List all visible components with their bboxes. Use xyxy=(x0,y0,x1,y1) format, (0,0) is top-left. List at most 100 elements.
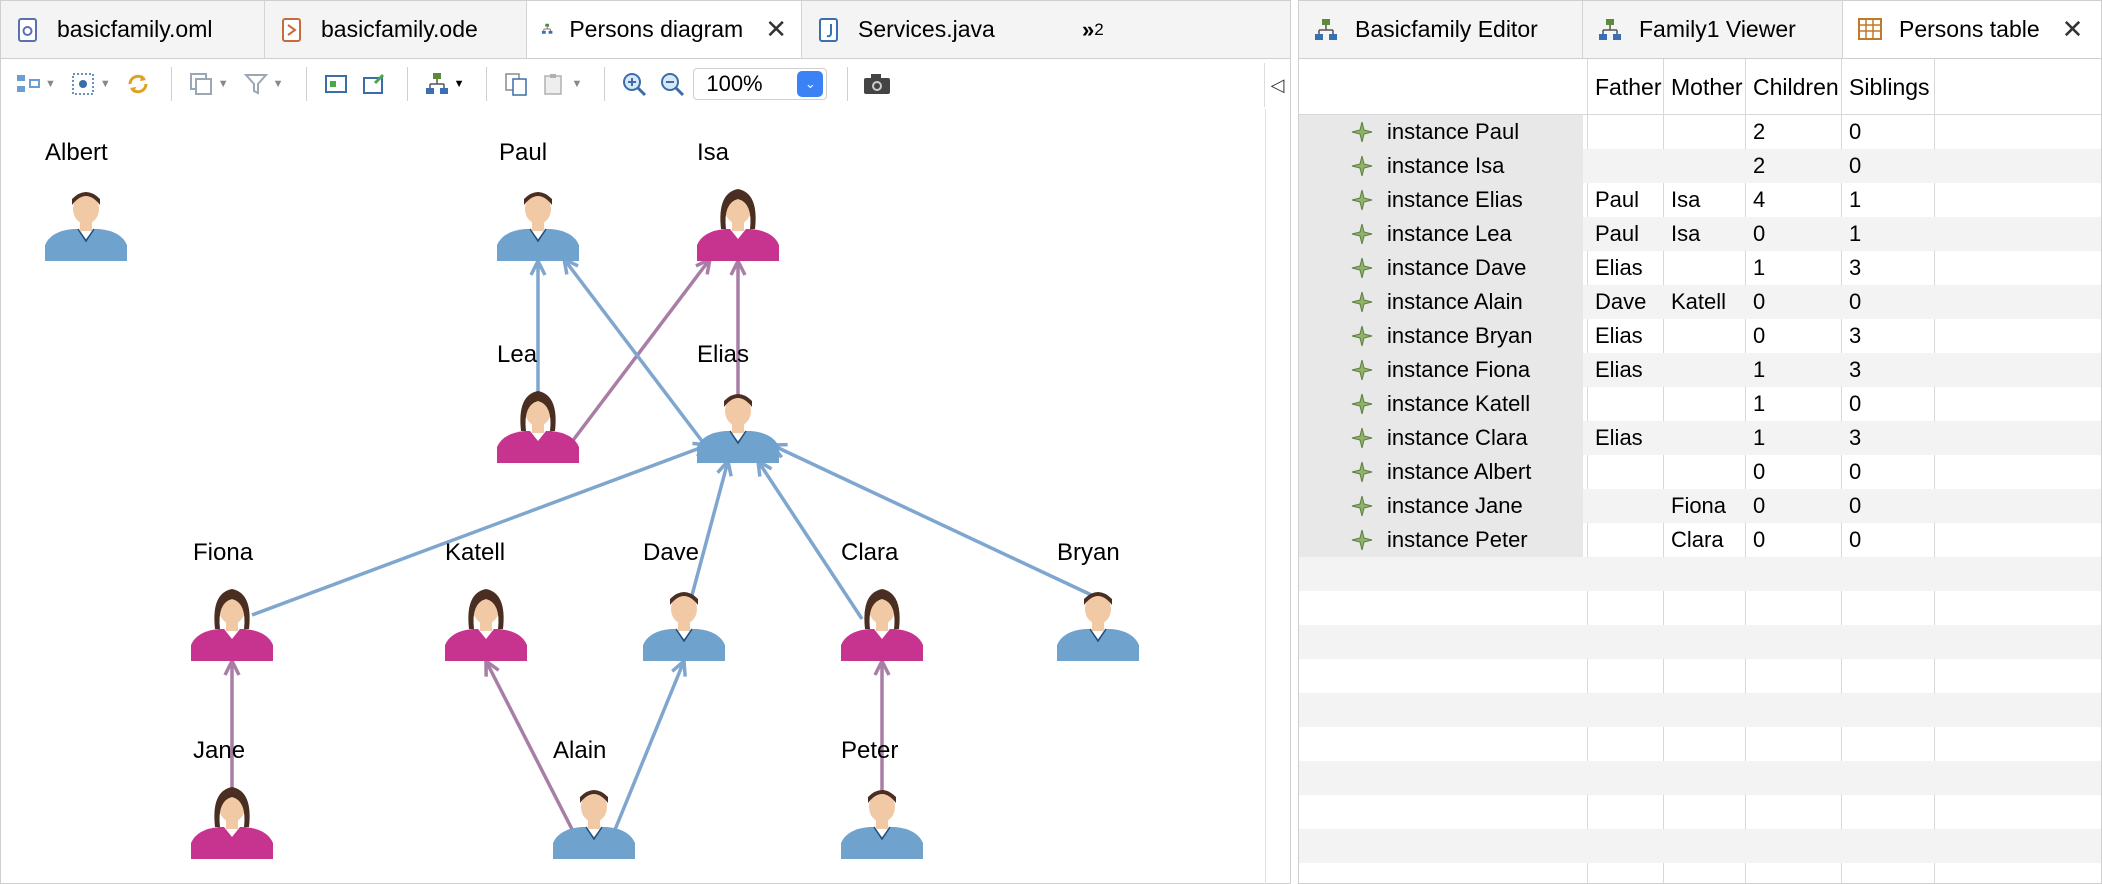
cell-children[interactable]: 0 xyxy=(1747,523,1765,557)
cell-mother[interactable] xyxy=(1665,387,1671,421)
cell-father[interactable]: Elias xyxy=(1589,421,1643,455)
table-row[interactable]: instance Dave Elias 1 3 xyxy=(1299,251,2101,285)
relation-edge-lea-isa[interactable] xyxy=(566,257,712,449)
refresh-icon[interactable] xyxy=(121,67,155,101)
cell-father[interactable]: Elias xyxy=(1589,353,1643,387)
cell-siblings[interactable]: 3 xyxy=(1843,353,1861,387)
cell-mother[interactable]: Isa xyxy=(1665,183,1700,217)
row-name-cell[interactable]: instance Elias xyxy=(1299,183,1583,217)
tab-basicfamily-oml[interactable]: basicfamily.oml xyxy=(1,1,265,58)
cell-siblings[interactable]: 3 xyxy=(1843,251,1861,285)
cell-siblings[interactable]: 3 xyxy=(1843,319,1861,353)
zoom-combo[interactable]: 100% ⌄ xyxy=(693,68,828,100)
tab-basicfamily-ode[interactable]: basicfamily.ode xyxy=(265,1,527,58)
row-name-cell[interactable]: instance Katell xyxy=(1299,387,1583,421)
table-row[interactable]: instance Peter Clara 0 0 xyxy=(1299,523,2101,557)
row-name-cell[interactable]: instance Clara xyxy=(1299,421,1583,455)
person-node-lea[interactable]: Lea xyxy=(497,341,579,463)
cell-mother[interactable] xyxy=(1665,251,1671,285)
person-node-peter[interactable]: Peter xyxy=(841,737,923,859)
zoom-in-icon[interactable] xyxy=(617,67,651,101)
cell-siblings[interactable]: 3 xyxy=(1843,421,1861,455)
person-node-bryan[interactable]: Bryan xyxy=(1057,539,1139,661)
table-row[interactable]: instance Elias Paul Isa 4 1 xyxy=(1299,183,2101,217)
cell-children[interactable]: 1 xyxy=(1747,353,1765,387)
cell-children[interactable]: 1 xyxy=(1747,421,1765,455)
table-row[interactable]: instance Albert 0 0 xyxy=(1299,455,2101,489)
cell-father[interactable]: Elias xyxy=(1589,319,1643,353)
cell-father[interactable] xyxy=(1589,523,1595,557)
row-name-cell[interactable]: instance Dave xyxy=(1299,251,1583,285)
table-row[interactable]: instance Jane Fiona 0 0 xyxy=(1299,489,2101,523)
close-icon[interactable]: ✕ xyxy=(765,16,787,42)
row-name-cell[interactable]: instance Paul xyxy=(1299,115,1583,149)
cell-mother[interactable]: Fiona xyxy=(1665,489,1726,523)
person-node-katell[interactable]: Katell xyxy=(445,539,527,661)
export-image-icon[interactable] xyxy=(319,67,353,101)
cell-father[interactable]: Paul xyxy=(1589,217,1639,251)
cell-mother[interactable] xyxy=(1665,455,1671,489)
cell-father[interactable] xyxy=(1589,115,1595,149)
column-header-name[interactable] xyxy=(1299,59,1589,115)
row-name-cell[interactable]: instance Alain xyxy=(1299,285,1583,319)
table-row[interactable]: instance Clara Elias 1 3 xyxy=(1299,421,2101,455)
table-row[interactable]: instance Katell 1 0 xyxy=(1299,387,2101,421)
tab-persons-diagram[interactable]: Persons diagram ✕ xyxy=(527,1,802,58)
cell-mother[interactable] xyxy=(1665,319,1671,353)
cell-father[interactable] xyxy=(1589,149,1595,183)
relation-edge-bryan-elias[interactable] xyxy=(771,443,1101,601)
row-name-cell[interactable]: instance Fiona xyxy=(1299,353,1583,387)
pin-icon[interactable] xyxy=(357,67,391,101)
layout-icon[interactable] xyxy=(420,67,454,101)
person-node-fiona[interactable]: Fiona xyxy=(191,539,273,661)
tab-services-java[interactable]: Services.java xyxy=(802,1,1042,58)
table-row[interactable]: instance Paul 2 0 xyxy=(1299,115,2101,149)
table-row[interactable]: instance Alain Dave Katell 0 0 xyxy=(1299,285,2101,319)
cell-children[interactable]: 0 xyxy=(1747,319,1765,353)
table-row[interactable]: instance Lea Paul Isa 0 1 xyxy=(1299,217,2101,251)
cell-father[interactable]: Paul xyxy=(1589,183,1639,217)
person-node-dave[interactable]: Dave xyxy=(643,539,725,661)
row-name-cell[interactable]: instance Peter xyxy=(1299,523,1583,557)
diagram-canvas[interactable]: Albert Paul Isa Lea Elias Fiona Katell D… xyxy=(1,109,1265,884)
person-node-alain[interactable]: Alain xyxy=(553,737,635,859)
filter-icon[interactable] xyxy=(239,67,273,101)
cell-siblings[interactable]: 0 xyxy=(1843,115,1861,149)
chevron-down-icon[interactable]: ▼ xyxy=(218,78,229,90)
cell-children[interactable]: 0 xyxy=(1747,489,1765,523)
chevron-down-icon[interactable]: ▼ xyxy=(454,78,465,90)
table-row[interactable]: instance Bryan Elias 0 3 xyxy=(1299,319,2101,353)
person-node-clara[interactable]: Clara xyxy=(841,539,923,661)
cell-siblings[interactable]: 1 xyxy=(1843,217,1861,251)
row-name-cell[interactable]: instance Jane xyxy=(1299,489,1583,523)
cell-father[interactable]: Elias xyxy=(1589,251,1643,285)
select-all-icon[interactable] xyxy=(66,67,100,101)
layers-icon[interactable] xyxy=(184,67,218,101)
cell-mother[interactable] xyxy=(1665,115,1671,149)
tab-basicfamily-editor[interactable]: Basicfamily Editor xyxy=(1299,1,1583,58)
table-row[interactable]: instance Fiona Elias 1 3 xyxy=(1299,353,2101,387)
collapse-palette-icon[interactable]: ◁ xyxy=(1264,63,1290,107)
person-node-jane[interactable]: Jane xyxy=(191,737,273,859)
row-name-cell[interactable]: instance Lea xyxy=(1299,217,1583,251)
cell-children[interactable]: 0 xyxy=(1747,217,1765,251)
column-header-children[interactable]: Children xyxy=(1747,59,1843,115)
cell-mother[interactable]: Katell xyxy=(1665,285,1726,319)
cell-children[interactable]: 2 xyxy=(1747,149,1765,183)
cell-children[interactable]: 1 xyxy=(1747,387,1765,421)
cell-children[interactable]: 0 xyxy=(1747,455,1765,489)
camera-icon[interactable] xyxy=(860,67,894,101)
cell-siblings[interactable]: 0 xyxy=(1843,455,1861,489)
tab-family1-viewer[interactable]: Family1 Viewer xyxy=(1583,1,1843,58)
column-header-siblings[interactable]: Siblings xyxy=(1843,59,1939,115)
cell-siblings[interactable]: 0 xyxy=(1843,149,1861,183)
paste-format-icon[interactable] xyxy=(537,67,571,101)
row-name-cell[interactable]: instance Isa xyxy=(1299,149,1583,183)
table-row[interactable]: instance Isa 2 0 xyxy=(1299,149,2101,183)
row-name-cell[interactable]: instance Bryan xyxy=(1299,319,1583,353)
person-node-albert[interactable]: Albert xyxy=(45,139,127,261)
cell-mother[interactable]: Isa xyxy=(1665,217,1700,251)
row-name-cell[interactable]: instance Albert xyxy=(1299,455,1583,489)
chevron-down-icon[interactable]: ▼ xyxy=(571,78,582,90)
cell-siblings[interactable]: 0 xyxy=(1843,387,1861,421)
